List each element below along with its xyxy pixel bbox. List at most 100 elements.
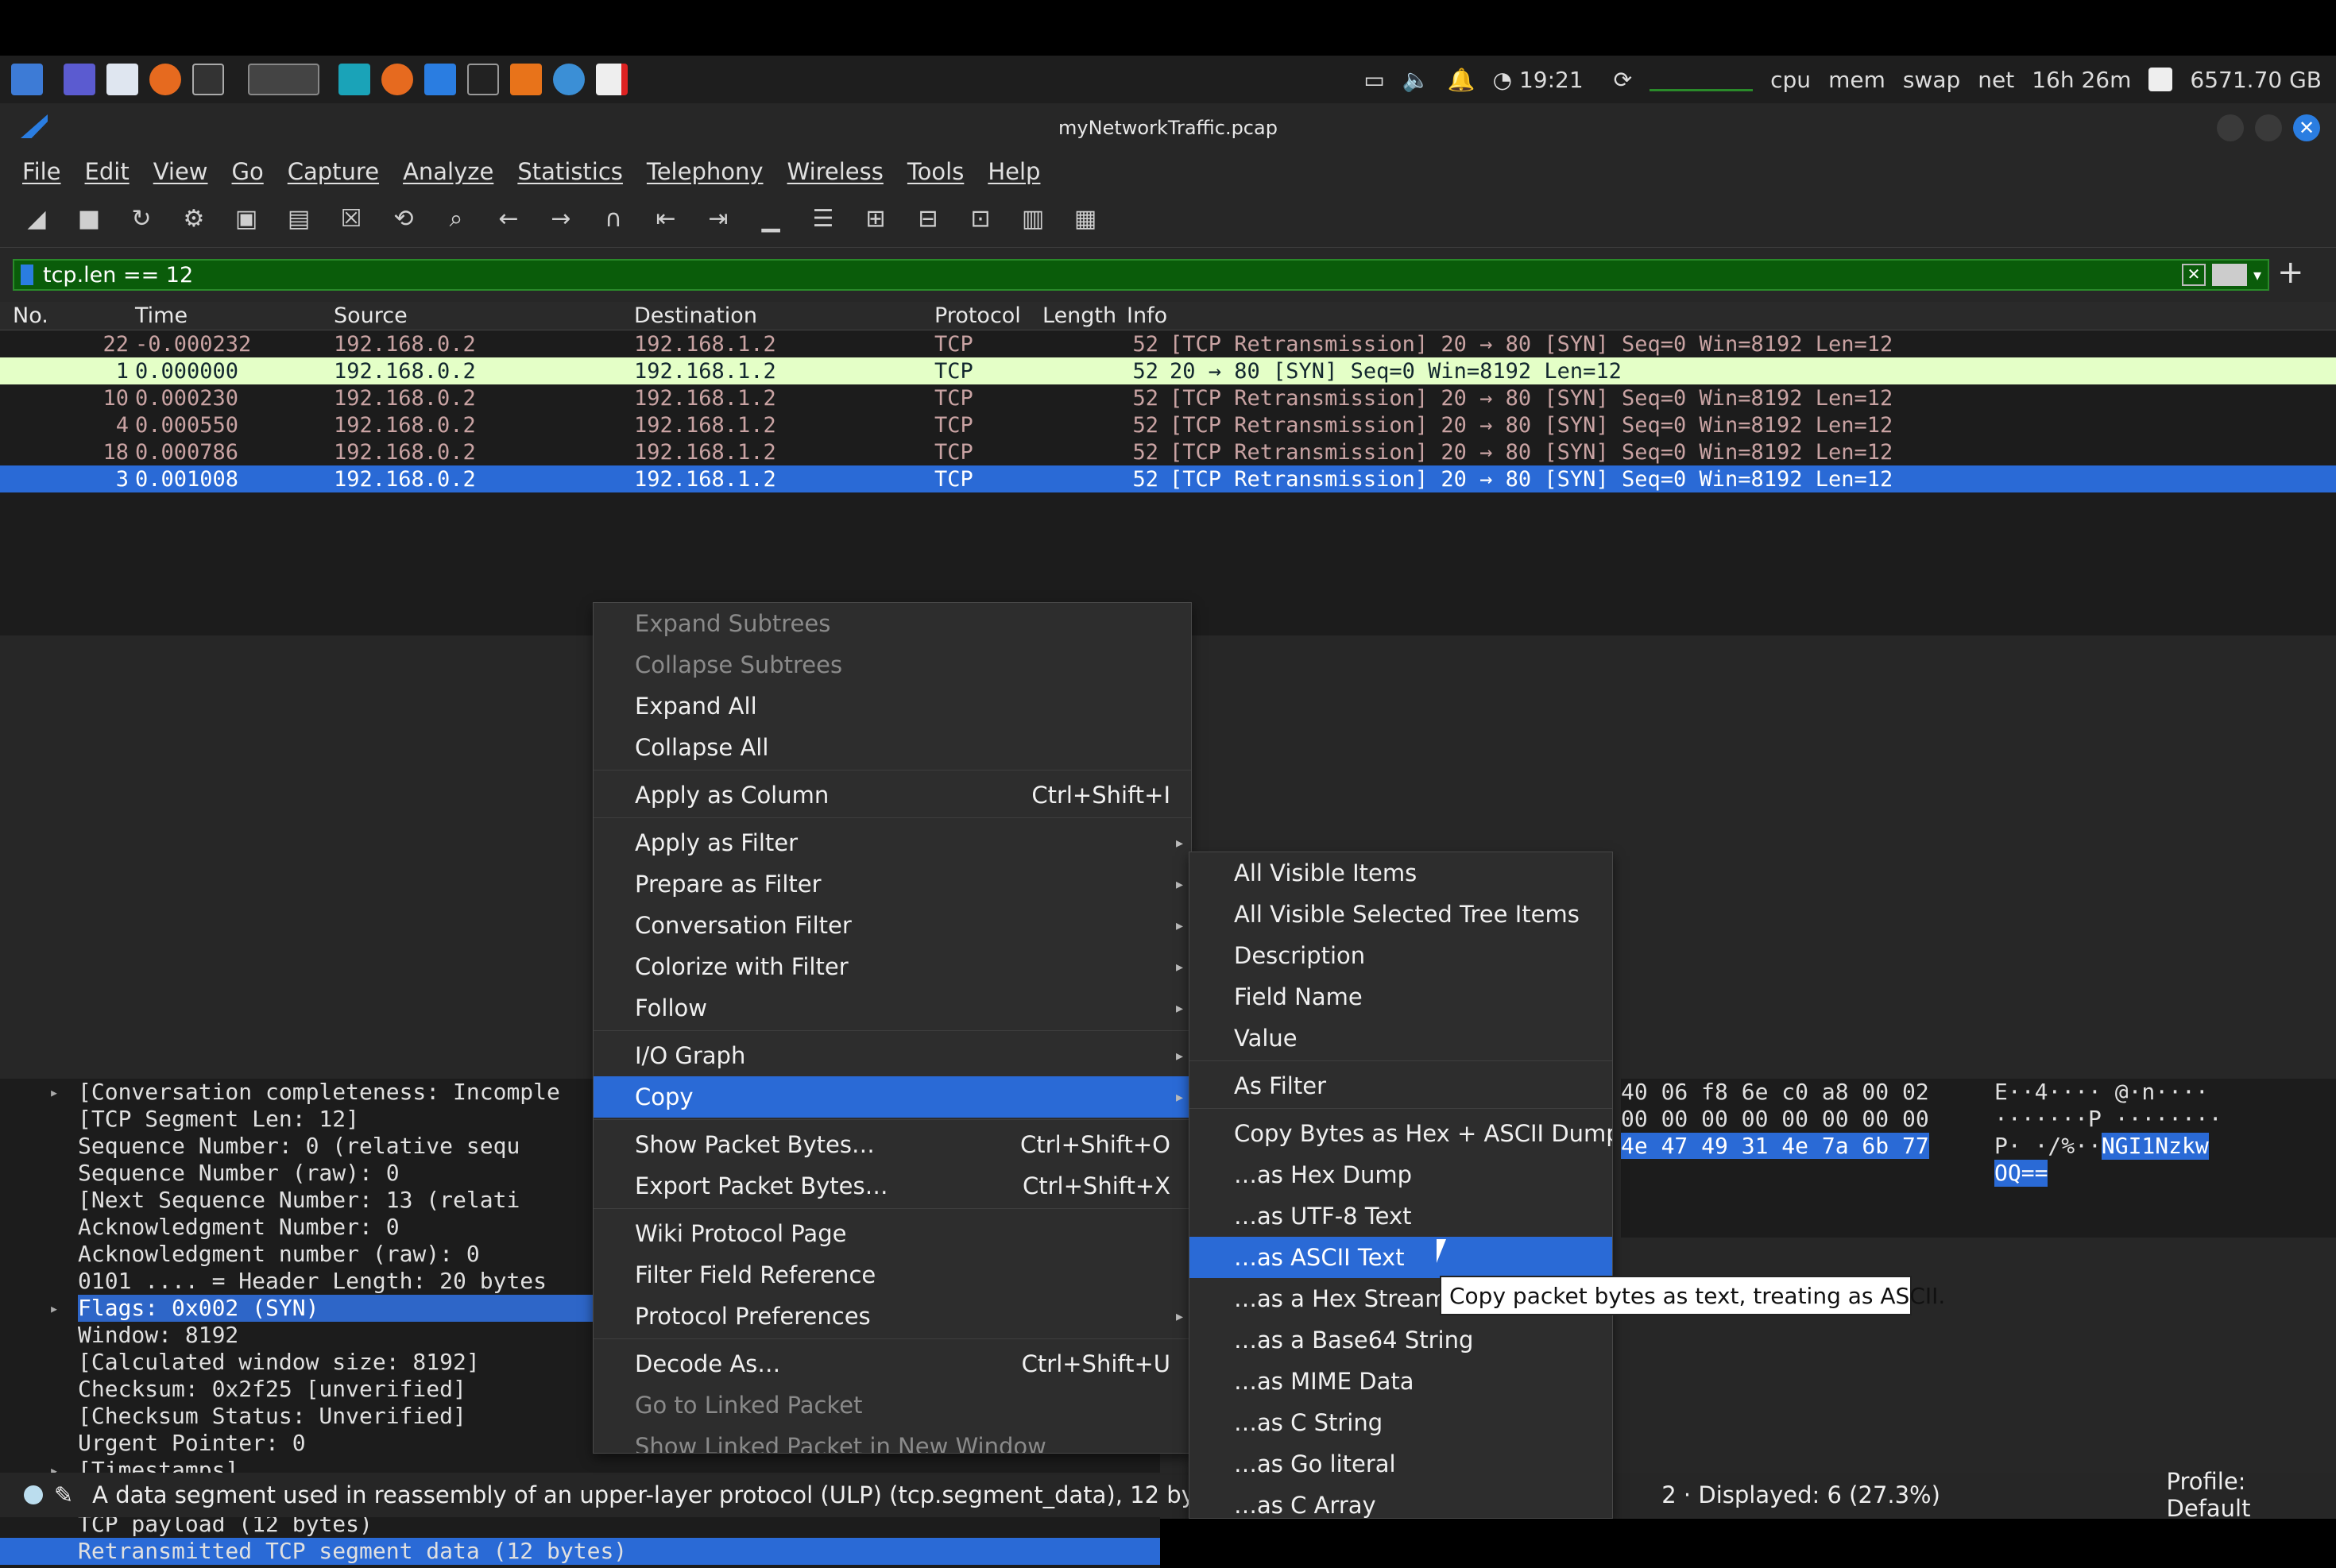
desktop-icon[interactable]	[64, 64, 95, 95]
notification-bell-icon[interactable]: 🔔	[1448, 67, 1475, 93]
first-packet-icon[interactable]: ⇤	[648, 202, 683, 237]
context-menu-item[interactable]: Go to Linked Packet	[594, 1385, 1191, 1426]
context-menu-item[interactable]: Protocol Preferences ▸	[594, 1296, 1191, 1337]
col-source[interactable]: Source	[334, 303, 634, 328]
normal-size-icon[interactable]: ⊡	[963, 202, 998, 237]
layout-icon[interactable]: ▦	[1068, 202, 1103, 237]
expand-arrow-icon[interactable]: ▸	[49, 1295, 59, 1322]
expand-arrow-icon[interactable]: ▸	[49, 1079, 59, 1106]
copy-submenu-item[interactable]: …as MIME Data	[1189, 1361, 1612, 1402]
hex-line[interactable]: 00 00 00 00 00 00 00 00	[1621, 1106, 1994, 1133]
taskbar-app-icon[interactable]	[338, 64, 370, 95]
close-button[interactable]: ✕	[2293, 114, 2320, 141]
volume-icon[interactable]: 🔈	[1402, 67, 1430, 93]
context-menu-item[interactable]: Follow ▸	[594, 987, 1191, 1029]
wireshark-taskbar-icon[interactable]	[424, 64, 456, 95]
bookmark-icon[interactable]	[21, 265, 33, 285]
col-time[interactable]: Time	[135, 303, 334, 328]
copy-submenu-item[interactable]: …as a Base64 String	[1189, 1319, 1612, 1361]
copy-submenu-item[interactable]: Value	[1189, 1018, 1612, 1059]
context-menu-item[interactable]: Show Packet Bytes… Ctrl+Shift+O	[594, 1124, 1191, 1165]
autoscroll-icon[interactable]: ▁	[753, 202, 788, 237]
ascii-line[interactable]: ·······P ········	[1994, 1106, 2222, 1133]
expert-info-icon[interactable]	[24, 1485, 43, 1504]
packet-row[interactable]: 3 0.001008 192.168.0.2 192.168.1.2 TCP 52 [TCP…	[0, 465, 2336, 492]
menu-edit[interactable]: Edit	[85, 158, 130, 185]
network-taskbar-icon[interactable]	[553, 64, 585, 95]
file-manager-icon[interactable]	[106, 64, 138, 95]
context-menu-item[interactable]: Decode As… Ctrl+Shift+U	[594, 1343, 1191, 1385]
col-info[interactable]: Info	[1127, 303, 2336, 328]
packet-row[interactable]: 22 -0.000232 192.168.0.2 192.168.1.2 TCP 52 [T…	[0, 330, 2336, 357]
workspace-switcher-icon[interactable]	[248, 64, 319, 95]
copy-submenu-item[interactable]: …as C String	[1189, 1402, 1612, 1443]
firefox-icon[interactable]	[149, 64, 181, 95]
menu-go[interactable]: Go	[232, 158, 264, 185]
copy-submenu-item[interactable]: Copy Bytes as Hex + ASCII Dump	[1189, 1113, 1612, 1154]
restart-capture-icon[interactable]: ↻	[124, 202, 159, 237]
menu-wireless[interactable]: Wireless	[787, 158, 884, 185]
display-icon[interactable]: ▭	[1363, 67, 1384, 93]
context-menu-item[interactable]: Apply as Column Ctrl+Shift+I	[594, 774, 1191, 816]
clock[interactable]: ◔ 19:21	[1493, 67, 1584, 93]
packet-row[interactable]: 1 0.000000 192.168.0.2 192.168.1.2 TCP 52 20 →…	[0, 357, 2336, 384]
copy-submenu-item[interactable]: All Visible Selected Tree Items	[1189, 894, 1612, 935]
burp-taskbar-icon[interactable]	[510, 64, 542, 95]
col-no[interactable]: No.	[0, 303, 135, 328]
context-menu-item[interactable]: Show Linked Packet in New Window	[594, 1426, 1191, 1453]
last-packet-icon[interactable]: ⇥	[701, 202, 736, 237]
stop-capture-icon[interactable]: ■	[72, 202, 106, 237]
context-menu-item[interactable]: Conversation Filter ▸	[594, 905, 1191, 946]
copy-submenu-item[interactable]: …as Go literal	[1189, 1443, 1612, 1485]
ascii-selected[interactable]: OQ==	[1994, 1160, 2048, 1187]
context-menu-item[interactable]: Copy ▸	[594, 1076, 1191, 1118]
context-menu-item[interactable]: Export Packet Bytes… Ctrl+Shift+X	[594, 1165, 1191, 1207]
context-menu-item[interactable]: Colorize with Filter ▸	[594, 946, 1191, 987]
maximize-button[interactable]	[2255, 114, 2282, 141]
menu-file[interactable]: File	[22, 158, 61, 185]
pdf-taskbar-icon[interactable]	[596, 64, 628, 95]
copy-submenu-item[interactable]: …as Hex Dump	[1189, 1154, 1612, 1195]
col-protocol[interactable]: Protocol	[934, 303, 1042, 328]
save-file-icon[interactable]: ▤	[281, 202, 316, 237]
ascii-line[interactable]: E··4···· @·n····	[1994, 1079, 2209, 1106]
terminal-taskbar-icon[interactable]	[467, 64, 499, 95]
menu-statistics[interactable]: Statistics	[517, 158, 623, 185]
context-menu-item[interactable]: Wiki Protocol Page	[594, 1213, 1191, 1254]
menu-analyze[interactable]: Analyze	[403, 158, 493, 185]
close-file-icon[interactable]: ☒	[334, 202, 369, 237]
clear-filter-icon[interactable]: ✕	[2181, 264, 2206, 286]
hex-line[interactable]: 40 06 f8 6e c0 a8 00 02	[1621, 1079, 1994, 1106]
copy-submenu-item[interactable]: …as C Array	[1189, 1485, 1612, 1518]
ascii-line[interactable]: P· ·/%··	[1994, 1133, 2102, 1160]
refresh-icon[interactable]: ⟳	[1614, 67, 1632, 93]
hex-line-selected[interactable]: 4e 47 49 31 4e 7a 6b 77	[1621, 1133, 1929, 1159]
copy-submenu-item[interactable]: All Visible Items	[1189, 852, 1612, 894]
context-menu-item[interactable]: Prepare as Filter ▸	[594, 863, 1191, 905]
filter-dropdown-icon[interactable]: ▾	[2253, 265, 2261, 284]
context-menu-item[interactable]: Expand All	[594, 686, 1191, 727]
menu-telephony[interactable]: Telephony	[647, 158, 764, 185]
packet-row[interactable]: 18 0.000786 192.168.0.2 192.168.1.2 TCP 52 [TC…	[0, 438, 2336, 465]
copy-submenu-item[interactable]: As Filter	[1189, 1065, 1612, 1106]
go-to-packet-icon[interactable]: ∩	[596, 202, 631, 237]
firefox-taskbar-icon[interactable]	[381, 64, 413, 95]
copy-submenu-item[interactable]: Field Name	[1189, 976, 1612, 1018]
terminal-icon[interactable]	[192, 64, 224, 95]
context-menu-item[interactable]: Collapse All	[594, 727, 1191, 768]
copy-submenu-item[interactable]: …as UTF-8 Text	[1189, 1195, 1612, 1237]
open-file-icon[interactable]: ▣	[229, 202, 264, 237]
find-packet-icon[interactable]: ⌕	[439, 202, 474, 237]
go-forward-icon[interactable]: →	[543, 202, 578, 237]
start-capture-icon[interactable]: ◢	[19, 202, 54, 237]
go-back-icon[interactable]: ←	[491, 202, 526, 237]
reload-file-icon[interactable]: ⟲	[386, 202, 421, 237]
packet-row[interactable]: 10 0.000230 192.168.0.2 192.168.1.2 TCP 52 [TC…	[0, 384, 2336, 411]
colorize-icon[interactable]: ☰	[806, 202, 841, 237]
add-filter-button-icon[interactable]: +	[2277, 254, 2304, 291]
minimize-button[interactable]	[2217, 114, 2244, 141]
col-destination[interactable]: Destination	[634, 303, 934, 328]
context-menu-item[interactable]: I/O Graph ▸	[594, 1035, 1191, 1076]
context-menu-item[interactable]: Filter Field Reference	[594, 1254, 1191, 1296]
menu-capture[interactable]: Capture	[288, 158, 379, 185]
